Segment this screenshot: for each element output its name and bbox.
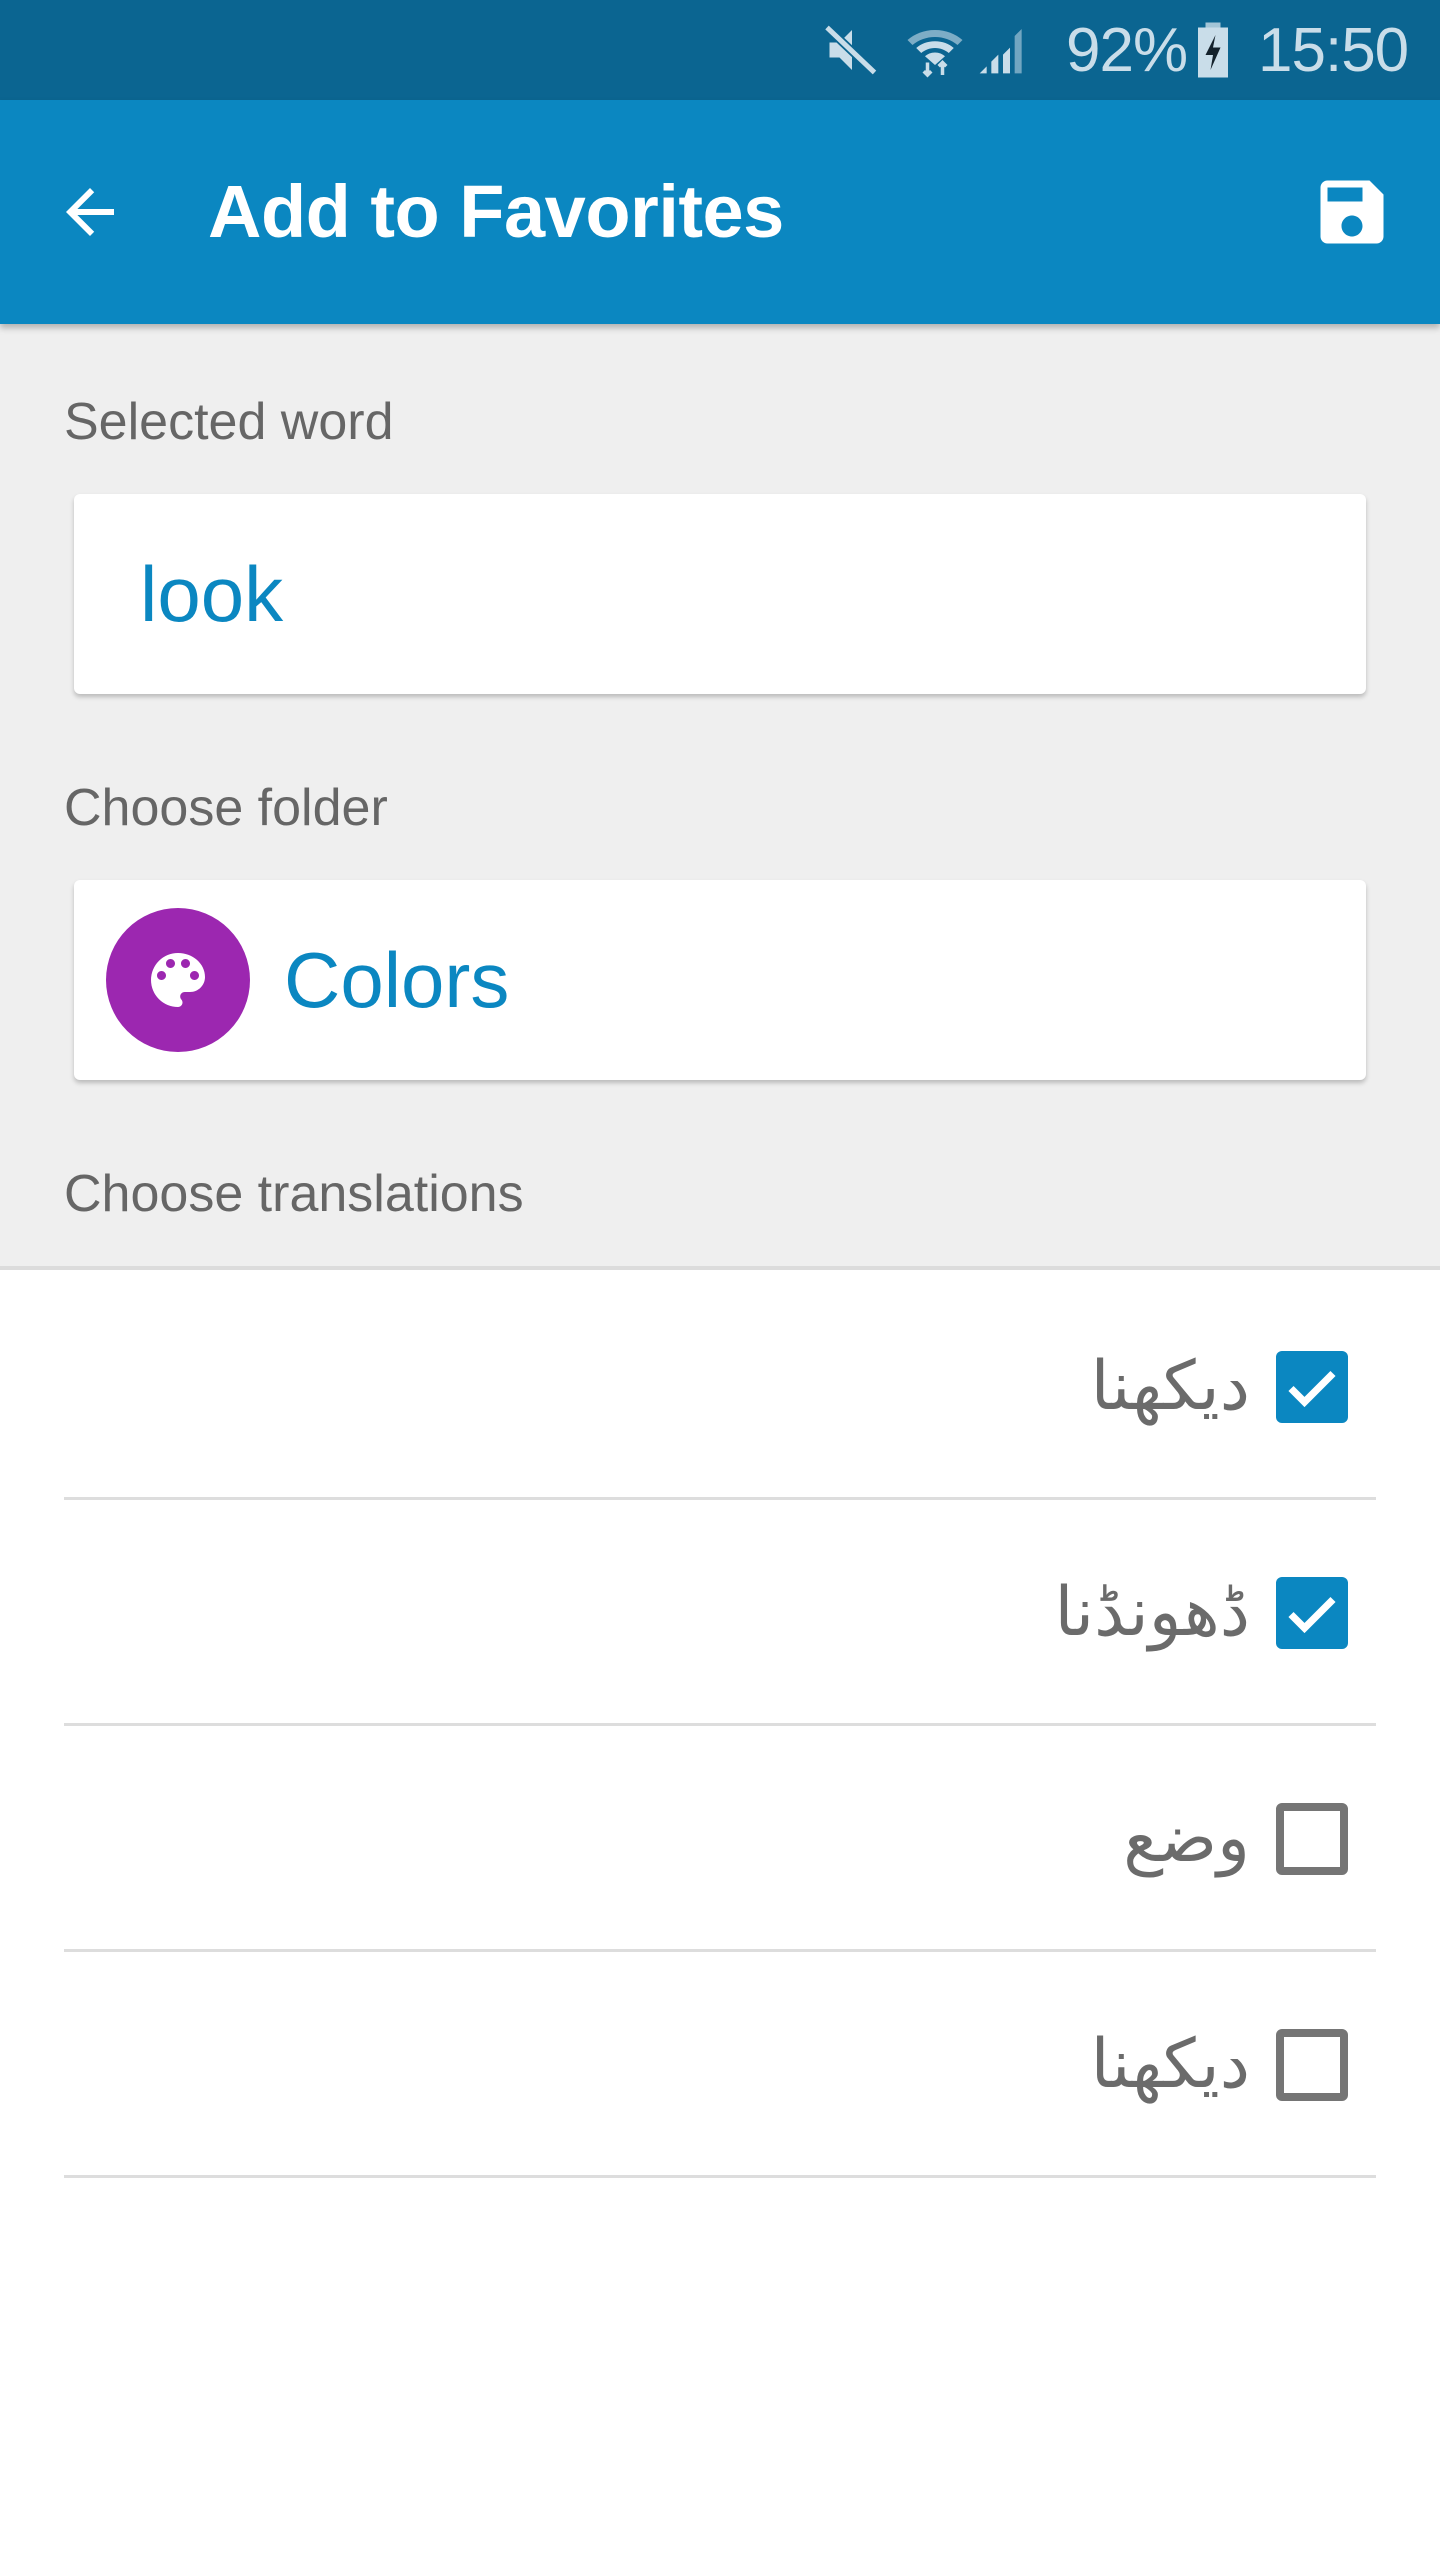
signal-icon bbox=[975, 0, 1031, 100]
back-button[interactable] bbox=[40, 162, 140, 262]
selected-word-field[interactable]: look bbox=[74, 494, 1366, 694]
wifi-icon bbox=[905, 0, 965, 100]
translation-item[interactable]: دیکھنا bbox=[64, 1274, 1376, 1500]
status-bar: 92% 15:50 bbox=[0, 0, 1440, 100]
choose-translations-label: Choose translations bbox=[64, 1165, 524, 1223]
checkmark-icon bbox=[1288, 1370, 1336, 1408]
translation-text: وضع bbox=[1123, 1799, 1250, 1878]
selected-word-label: Selected word bbox=[64, 393, 394, 451]
battery-percent: 92% bbox=[1066, 15, 1188, 85]
mute-icon bbox=[822, 0, 882, 100]
folder-name: Colors bbox=[284, 936, 510, 1024]
translation-text: دیکھنا bbox=[1090, 1347, 1250, 1426]
translation-text: دیکھنا bbox=[1090, 2025, 1250, 2104]
translation-checkbox[interactable] bbox=[1276, 2029, 1348, 2101]
save-button[interactable] bbox=[1302, 162, 1402, 262]
translation-text: ڈھونڈنا bbox=[1054, 1573, 1250, 1652]
translation-checkbox[interactable] bbox=[1276, 1577, 1348, 1649]
choose-folder-label: Choose folder bbox=[64, 779, 388, 837]
save-icon bbox=[1320, 180, 1384, 244]
translation-item[interactable]: دیکھنا bbox=[64, 1952, 1376, 2178]
translation-item[interactable]: ڈھونڈنا bbox=[64, 1500, 1376, 1726]
folder-selector[interactable]: Colors bbox=[74, 880, 1366, 1080]
page-title: Add to Favorites bbox=[208, 170, 784, 253]
translations-list: دیکھنا ڈھونڈنا وضع دیکھنا bbox=[0, 1274, 1440, 2178]
arrow-back-icon bbox=[66, 188, 114, 236]
translation-checkbox[interactable] bbox=[1276, 1803, 1348, 1875]
form-area: Selected word look Choose folder Colors … bbox=[0, 324, 1440, 1270]
clock: 15:50 bbox=[1258, 15, 1409, 85]
translation-checkbox[interactable] bbox=[1276, 1351, 1348, 1423]
selected-word-value: look bbox=[140, 550, 284, 638]
battery-charging-icon bbox=[1193, 0, 1233, 100]
app-bar: Add to Favorites bbox=[0, 100, 1440, 324]
translation-item[interactable]: وضع bbox=[64, 1726, 1376, 1952]
palette-icon bbox=[151, 953, 205, 1007]
folder-avatar bbox=[106, 908, 250, 1052]
checkmark-icon bbox=[1288, 1596, 1336, 1634]
